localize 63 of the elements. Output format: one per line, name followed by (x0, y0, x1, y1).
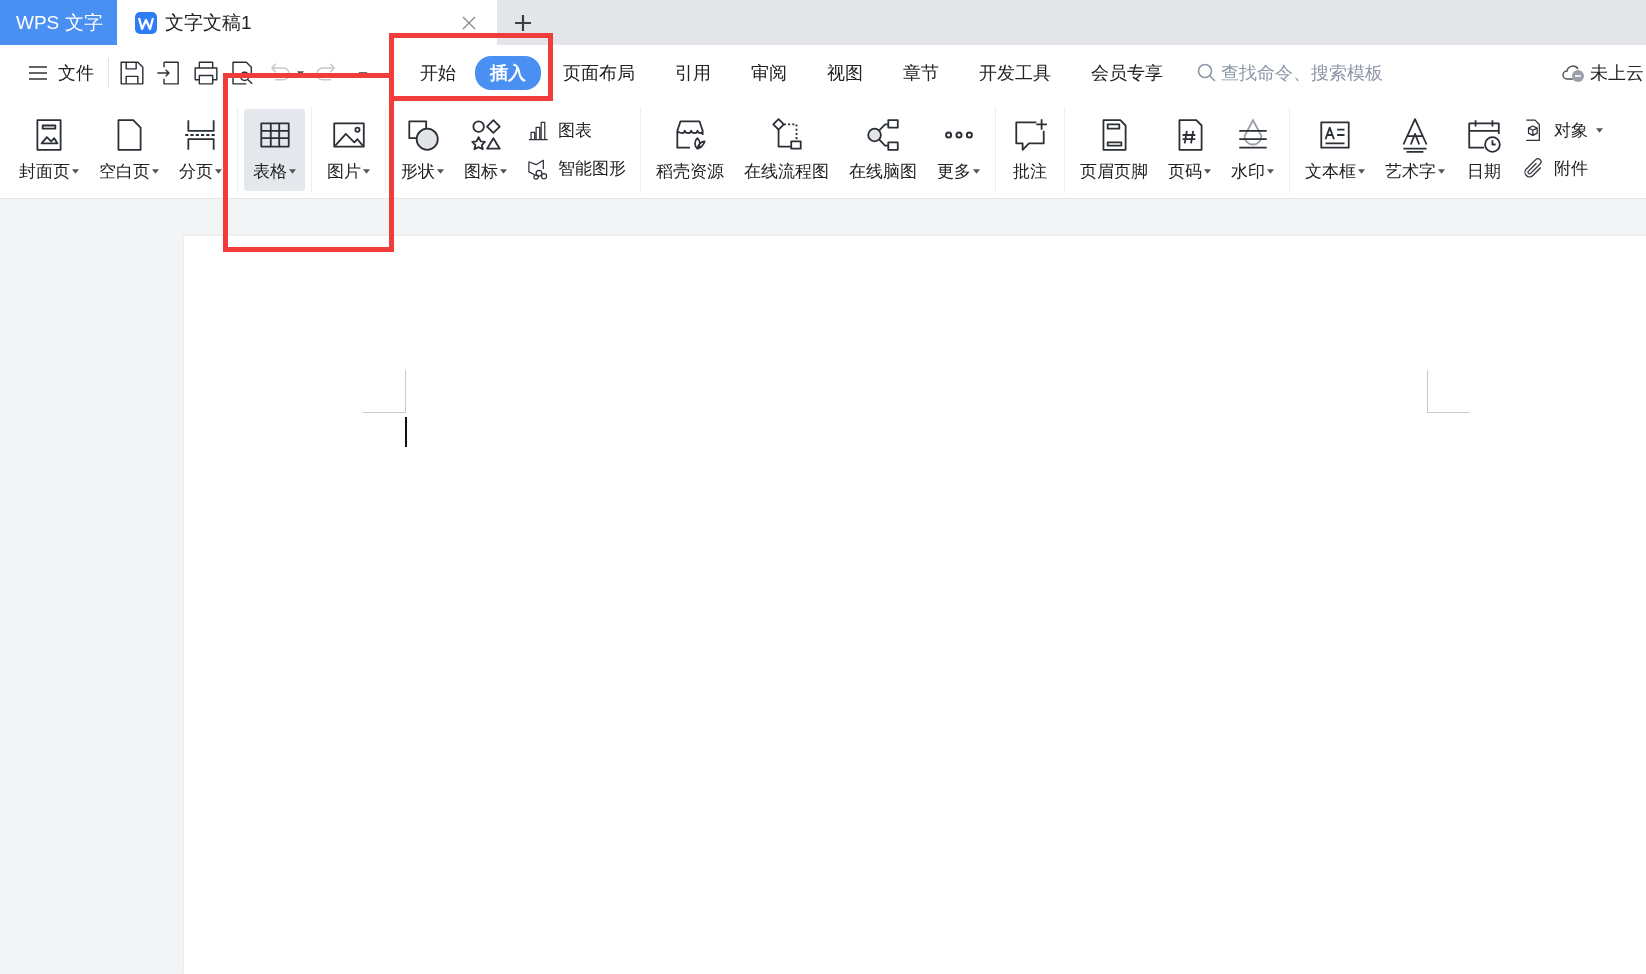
tab-title: 文字文稿1 (165, 10, 253, 35)
ribbon-button[interactable]: 页眉页脚 (1071, 108, 1157, 191)
cloud-status-button[interactable]: 未上云 (1561, 61, 1646, 85)
ribbon-button[interactable]: 封面页 (10, 108, 88, 191)
text-cursor (405, 417, 407, 447)
ribbon-tab[interactable]: 章节 (885, 56, 957, 90)
ribbon-button[interactable]: 批注 (1002, 108, 1058, 191)
ribbon-tab[interactable]: 开始 (405, 56, 471, 90)
print-icon[interactable] (191, 58, 221, 88)
caret-icon (215, 168, 222, 174)
ribbon-tab[interactable]: 引用 (657, 56, 729, 90)
new-tab-icon[interactable] (513, 12, 533, 33)
ribbon-button[interactable]: 图片 (318, 108, 379, 191)
ribbon-button[interactable]: 形状 (392, 108, 453, 191)
caret-icon (297, 70, 304, 76)
ribbon-tab[interactable]: 页面布局 (545, 56, 653, 90)
caret-icon (973, 168, 980, 174)
file-menu-button[interactable]: 文件 (22, 57, 100, 89)
ribbon-tab[interactable]: 视图 (809, 56, 881, 90)
caret-icon (1358, 168, 1365, 174)
ribbon-button[interactable]: 分页 (170, 108, 231, 191)
margin-corner-mark (363, 370, 406, 413)
caret-icon (289, 168, 296, 174)
save-icon[interactable] (117, 58, 147, 88)
ribbon-tab[interactable]: 会员专享 (1073, 56, 1181, 90)
caret-icon (363, 168, 370, 174)
ribbon-button[interactable]: 图表 (522, 115, 630, 146)
caret-icon (1438, 168, 1445, 174)
ribbon-button[interactable]: 智能图形 (522, 153, 630, 184)
caret-icon (1596, 128, 1603, 133)
close-icon[interactable] (461, 14, 477, 31)
search-field[interactable]: 查找命令、搜索模板 (1197, 62, 1396, 84)
ribbon-button[interactable]: 艺术字 (1376, 108, 1454, 191)
ribbon-button[interactable]: 稻壳资源 (647, 108, 733, 191)
writer-logo-icon (135, 11, 157, 34)
document-tab[interactable]: 文字文稿1 (117, 0, 497, 45)
caret-icon (437, 168, 444, 174)
cloud-status-label: 未上云 (1590, 62, 1644, 85)
ribbon-tab[interactable]: 开发工具 (961, 56, 1069, 90)
ribbon-button[interactable]: 在线脑图 (840, 108, 926, 191)
ribbon-button[interactable]: 在线流程图 (735, 108, 838, 191)
ribbon-button[interactable]: 对象 (1518, 115, 1607, 146)
ribbon-button[interactable]: 附件 (1518, 153, 1607, 184)
search-icon (1197, 63, 1217, 83)
ribbon-button[interactable]: 表格 (244, 108, 305, 191)
ribbon-button[interactable]: 图标 (455, 108, 516, 191)
ribbon-button[interactable]: 空白页 (90, 108, 168, 191)
ribbon-button[interactable]: 日期 (1456, 108, 1512, 191)
menu-icon (28, 65, 48, 81)
caret-icon (500, 168, 507, 174)
ribbon-button[interactable]: 页码 (1159, 108, 1220, 191)
ribbon-button[interactable]: 更多 (928, 108, 989, 191)
margin-corner-mark (1427, 370, 1470, 413)
ribbon-tab[interactable]: 审阅 (733, 56, 805, 90)
caret-icon (1204, 168, 1211, 174)
caret-icon (72, 168, 79, 174)
ribbon-button[interactable]: 水印 (1222, 108, 1283, 191)
file-label: 文件 (58, 62, 94, 85)
more-icon (943, 129, 974, 140)
ribbon-button[interactable]: 文本框 (1296, 108, 1374, 191)
cloud-icon (1561, 63, 1585, 83)
caret-icon (1267, 168, 1274, 174)
caret-icon (152, 168, 159, 174)
